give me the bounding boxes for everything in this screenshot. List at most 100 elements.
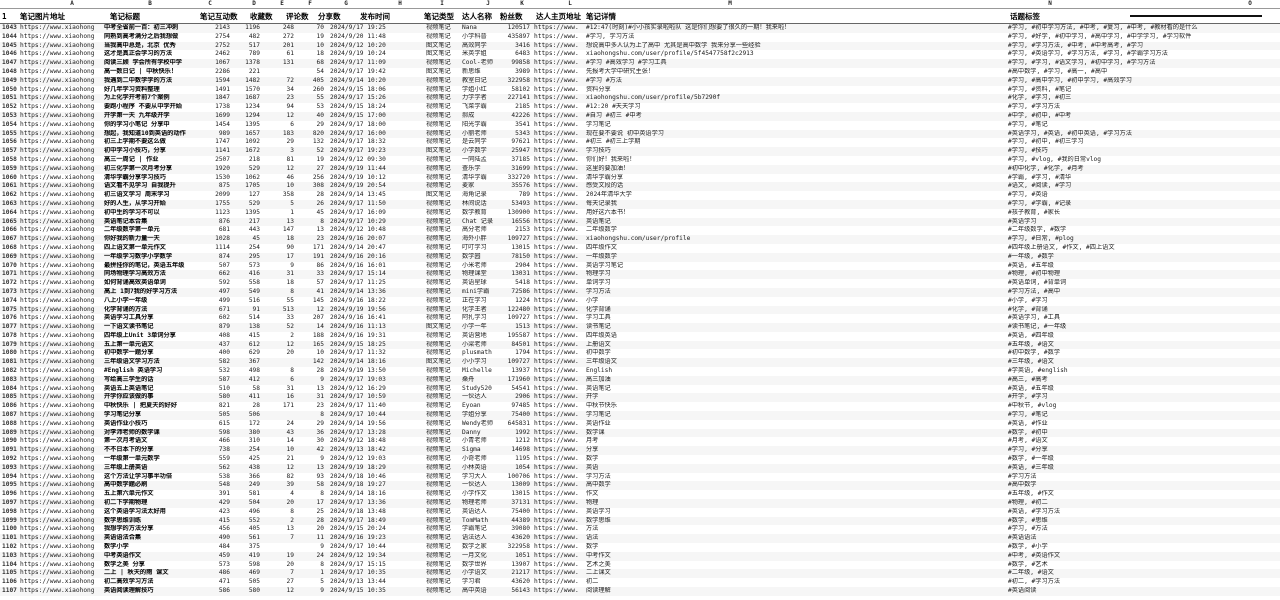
note-type-cell[interactable]: 视频笔记 — [426, 156, 460, 165]
detail-cell[interactable]: #自习 #初三 #中考 — [586, 112, 1006, 121]
shares-cell[interactable]: 31 — [300, 393, 324, 402]
author-url-cell[interactable]: https://www. — [534, 578, 584, 587]
author-cell[interactable]: 是云同学 — [462, 138, 498, 147]
favorites-cell[interactable]: 367 — [236, 358, 260, 367]
row-number-cell[interactable]: 1083 — [2, 376, 18, 385]
title-cell[interactable]: 初二下学期物理 — [104, 499, 198, 508]
author-url-cell[interactable]: https://www. — [534, 473, 584, 482]
column-letter[interactable]: H — [390, 0, 410, 8]
url-cell[interactable]: https://www.xiaohong — [20, 569, 100, 578]
interactions-cell[interactable]: 532 — [200, 367, 230, 376]
note-type-cell[interactable]: 视频笔记 — [426, 411, 460, 420]
table-row[interactable]: 1062 https://www.xiaohong 初三语文学习 周末学习 2099 1… — [0, 191, 1280, 200]
url-cell[interactable]: https://www.xiaohong — [20, 358, 100, 367]
detail-cell[interactable]: 化学背诵 — [586, 306, 1006, 315]
title-cell[interactable]: 数学之美 分享 — [104, 561, 198, 570]
author-cell[interactable]: 学习大人 — [462, 473, 498, 482]
table-row[interactable]: 1053 https://www.xiaohong 开学第一天 九年级开学 1699 1… — [0, 111, 1280, 121]
row-number-cell[interactable]: 1095 — [2, 481, 18, 490]
interactions-cell[interactable]: 874 — [200, 253, 230, 262]
author-cell[interactable]: 小学科普 — [462, 33, 498, 42]
note-type-cell[interactable]: 视频笔记 — [426, 103, 460, 112]
note-type-cell[interactable]: 视频笔记 — [426, 473, 460, 482]
table-row[interactable]: 1076 https://www.xiaohong 英语学习工具分享 602 514 33… — [0, 314, 1280, 323]
detail-cell[interactable]: 高中数学 — [586, 481, 1006, 490]
author-url-cell[interactable]: https://www. — [534, 270, 584, 279]
title-cell[interactable]: 写给高三学生的话 — [104, 376, 198, 385]
detail-cell[interactable]: English — [586, 367, 1006, 376]
detail-cell[interactable]: 一年级数学 — [586, 253, 1006, 262]
fans-cell[interactable]: 31699 — [498, 165, 530, 174]
fans-cell[interactable]: 1513 — [498, 323, 530, 332]
shares-cell[interactable]: 45 — [300, 209, 324, 218]
detail-cell[interactable]: 三年级语文 — [586, 358, 1006, 367]
row-number-cell[interactable]: 1059 — [2, 165, 18, 174]
author-url-cell[interactable]: https://www. — [534, 103, 584, 112]
title-cell[interactable]: 高中数学题必刷 — [104, 481, 198, 490]
note-type-cell[interactable]: 视频笔记 — [426, 306, 460, 315]
table-row[interactable]: 1066 https://www.xiaohong 二年级数学第一单元 681 443 1… — [0, 226, 1280, 235]
interactions-cell[interactable]: 598 — [200, 429, 230, 438]
column-letter[interactable]: G — [336, 0, 356, 8]
shares-cell[interactable]: 10 — [300, 349, 324, 358]
author-cell[interactable]: 一月文化 — [462, 552, 498, 561]
table-row[interactable]: 1081 https://www.xiaohong 三年级语文学习方法 582 367 1… — [0, 358, 1280, 368]
author-url-cell[interactable]: https://www. — [534, 235, 584, 244]
favorites-cell[interactable]: 529 — [236, 200, 260, 209]
shares-cell[interactable]: 23 — [300, 402, 324, 411]
author-cell[interactable]: 海角记录 — [462, 191, 498, 200]
fans-cell[interactable]: 120517 — [498, 24, 530, 33]
author-url-cell[interactable]: https://www. — [534, 130, 584, 139]
shares-cell[interactable]: 820 — [300, 130, 324, 139]
fans-cell[interactable]: 84501 — [498, 341, 530, 350]
author-url-cell[interactable]: https://www. — [534, 279, 584, 288]
detail-cell[interactable]: 2024年清华大学 — [586, 191, 1006, 200]
url-cell[interactable]: https://www.xiaohong — [20, 561, 100, 570]
note-type-cell[interactable]: 图文笔记 — [426, 147, 460, 156]
table-row[interactable]: 1105 https://www.xiaohong 二上 | 秋天的雨 课文 486 4… — [0, 569, 1280, 579]
comments-cell[interactable]: 2 — [270, 517, 294, 526]
author-url-cell[interactable]: https://www. — [534, 174, 584, 183]
table-row[interactable]: 1096 https://www.xiaohong 五上第六单元作文 391 581 4 8… — [0, 490, 1280, 499]
url-cell[interactable]: https://www.xiaohong — [20, 226, 100, 235]
header-topics[interactable]: 话题标签 — [1010, 10, 1050, 23]
interactions-cell[interactable]: 471 — [200, 578, 230, 587]
publish-time-cell[interactable]: 2024/9/19 20:54 — [330, 182, 424, 191]
title-cell[interactable]: 清华学霸分享学习技巧 — [104, 174, 198, 183]
author-url-cell[interactable]: https://www. — [534, 121, 584, 130]
table-row[interactable]: 1094 https://www.xiaohong 这个方法让学习事半功倍 538 36… — [0, 473, 1280, 482]
table-row[interactable]: 1078 https://www.xiaohong 四年级上Unit 3单词分享 40… — [0, 332, 1280, 341]
title-cell[interactable]: 为上化学开考前7个案例 — [104, 94, 198, 103]
shares-cell[interactable]: 29 — [300, 420, 324, 429]
table-row[interactable]: 1046 https://www.xiaohong 这才是真正会学习的方法 2462 7… — [0, 50, 1280, 59]
favorites-cell[interactable]: 138 — [236, 323, 260, 332]
author-cell[interactable]: 小丽老师 — [462, 130, 498, 139]
author-url-cell[interactable]: https://www. — [534, 24, 584, 33]
row-number-cell[interactable]: 1051 — [2, 94, 18, 103]
header-note-type[interactable]: 笔记类型 — [424, 10, 460, 23]
header-title[interactable]: 笔记标题 — [110, 10, 190, 23]
interactions-cell[interactable]: 1530 — [200, 174, 230, 183]
url-cell[interactable]: https://www.xiaohong — [20, 534, 100, 543]
title-cell[interactable]: 一年级学习数学小学数学 — [104, 253, 198, 262]
topics-cell[interactable]: #二年级数学, #数学 — [1008, 226, 1278, 235]
favorites-cell[interactable]: 28 — [236, 402, 260, 411]
comments-cell[interactable]: 52 — [270, 323, 294, 332]
table-row[interactable]: 1091 https://www.xiaohong 不不日本下的分享 738 254 10… — [0, 446, 1280, 456]
author-url-cell[interactable]: https://www. — [534, 253, 584, 262]
column-letter[interactable]: D — [244, 0, 264, 8]
interactions-cell[interactable]: 875 — [200, 182, 230, 191]
title-cell[interactable]: 这才是真正会学习的方法 — [104, 50, 198, 59]
title-cell[interactable]: 如何背诵高效英语单词 — [104, 279, 198, 288]
detail-cell[interactable]: 中考作文 — [586, 552, 1006, 561]
publish-time-cell[interactable]: 2024/9/17 11:25 — [330, 279, 424, 288]
fans-cell[interactable]: 5343 — [498, 130, 530, 139]
topics-cell[interactable]: #中考, #英语作文 — [1008, 552, 1278, 561]
publish-time-cell[interactable]: 2024/9/20 11:48 — [330, 33, 424, 42]
interactions-cell[interactable]: 437 — [200, 341, 230, 350]
interactions-cell[interactable]: 1747 — [200, 138, 230, 147]
row-number-cell[interactable]: 1105 — [2, 569, 18, 578]
detail-cell[interactable]: 单词学习 — [586, 279, 1006, 288]
comments-cell[interactable]: 21 — [270, 455, 294, 464]
title-cell[interactable]: 二年级数学第一单元 — [104, 226, 198, 235]
